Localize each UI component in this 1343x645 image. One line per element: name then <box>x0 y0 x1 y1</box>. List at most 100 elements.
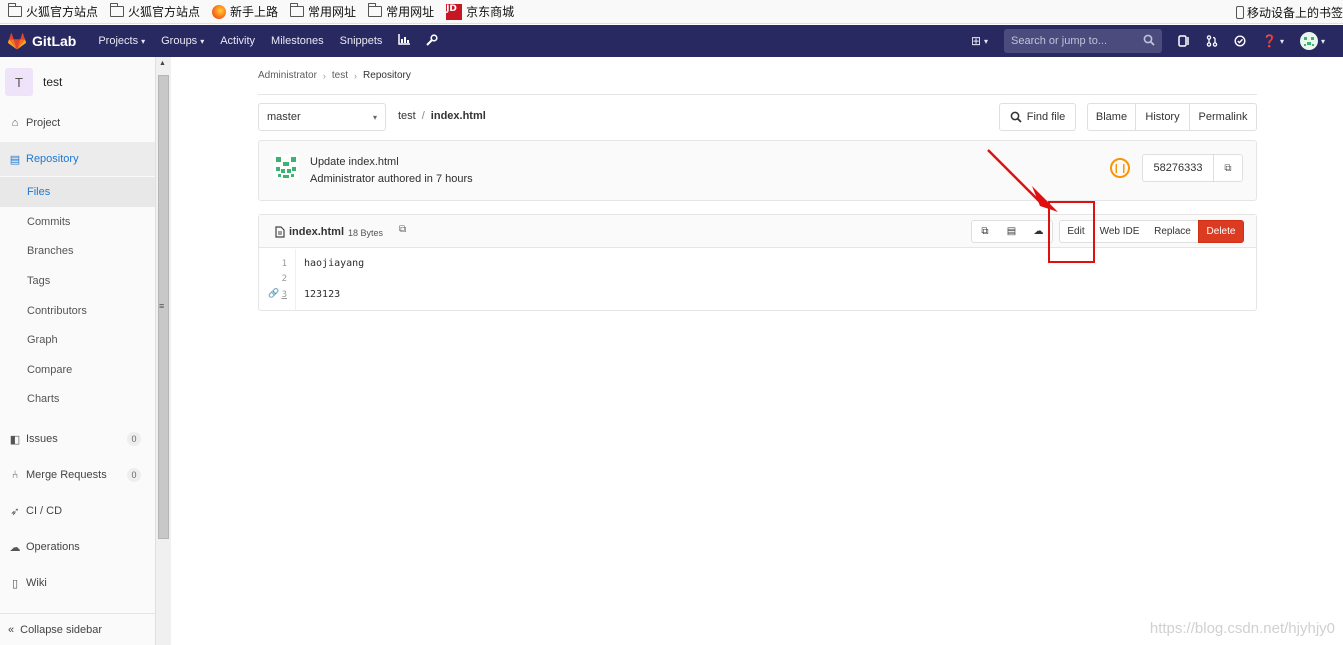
scroll-up-icon[interactable]: ▲ <box>159 60 166 67</box>
cloud-gear-icon: ☁ <box>9 541 21 554</box>
gitlab-logo[interactable]: GitLab <box>8 32 76 50</box>
open-raw-button[interactable]: ▤ <box>998 220 1026 243</box>
folder-icon <box>289 3 305 17</box>
tanuki-icon <box>8 32 26 49</box>
sidebar-subitem-compare[interactable]: Compare <box>0 355 155 385</box>
permalink-button[interactable]: Permalink <box>1189 103 1257 131</box>
sidebar-item-cicd[interactable]: ➶ CI / CD <box>0 496 155 526</box>
project-avatar: T <box>5 68 33 96</box>
sidebar-subitem-files[interactable]: Files <box>0 177 155 207</box>
top-navbar: GitLab Projects ▾ Groups ▾ Activity Milest… <box>0 25 1343 57</box>
copy-path-icon[interactable]: ⧉ <box>399 224 406 235</box>
bookmark-1[interactable]: 火狐官方站点 <box>7 3 98 20</box>
commit-sha[interactable]: 58276333 <box>1142 154 1214 182</box>
line-number[interactable]: 1 <box>282 259 287 269</box>
nav-activity[interactable]: Activity <box>220 35 255 47</box>
sidebar-subitem-contributors[interactable]: Contributors <box>0 296 155 326</box>
sidebar-subitem-commits[interactable]: Commits <box>0 207 155 237</box>
bookmark-3[interactable]: 新手上路 <box>212 3 278 20</box>
sidebar-subitem-tags[interactable]: Tags <box>0 266 155 296</box>
web-ide-button[interactable]: Web IDE <box>1092 220 1148 243</box>
sidebar-item-label: Issues <box>26 433 58 445</box>
file-code-icon: ▤ <box>1006 226 1017 237</box>
sidebar-item-label: CI / CD <box>26 505 63 517</box>
navbar-right: ⊞ ▾ Search or jump to... ❓ ▾ ▾ <box>963 25 1343 57</box>
user-avatar <box>1299 32 1318 50</box>
file-size: 18 Bytes <box>348 228 384 238</box>
wrench-icon[interactable] <box>426 33 439 49</box>
folder-icon <box>367 3 383 17</box>
mobile-bookmarks[interactable]: 移动设备上的书签 <box>1235 0 1343 24</box>
merge-request-icon[interactable] <box>1206 35 1218 47</box>
sidebar-project-header[interactable]: T test <box>0 57 155 107</box>
home-icon: ⌂ <box>11 117 19 129</box>
line-number[interactable]: 3 <box>282 290 287 300</box>
search-placeholder: Search or jump to... <box>1011 35 1108 47</box>
breadcrumb-item[interactable]: Repository <box>363 70 411 81</box>
file-viewer: index.html 18 Bytes ⧉ ⧉ ▤ ☁ Edit Web IDE… <box>258 214 1257 311</box>
chevron-down-icon: ▾ <box>372 112 377 122</box>
mr-count-badge: 0 <box>127 468 141 482</box>
line-number[interactable]: 2 <box>282 274 287 284</box>
new-item-menu[interactable]: ⊞ ▾ <box>971 34 988 48</box>
bookmark-2[interactable]: 火狐官方站点 <box>109 3 200 20</box>
nav-snippets[interactable]: Snippets <box>340 35 383 47</box>
sidebar-item-project[interactable]: ⌂ Project <box>0 108 155 138</box>
sidebar-item-operations[interactable]: ☁ Operations <box>0 532 155 562</box>
commit-author-avatar[interactable] <box>273 154 299 180</box>
copy-icon: ⧉ <box>1224 162 1232 174</box>
sidebar-subitem-graph[interactable]: Graph <box>0 325 155 355</box>
search-input[interactable]: Search or jump to... <box>1004 29 1163 53</box>
sidebar-item-label: Repository <box>26 153 79 165</box>
bookmarks-bar: 火狐官方站点 火狐官方站点 新手上路 常用网址 常用网址 JD 京东商城 移动设备… <box>0 0 1343 24</box>
replace-button[interactable]: Replace <box>1147 220 1199 243</box>
link-icon: 🔗 <box>268 289 280 299</box>
rocket-icon: ➶ <box>10 505 20 518</box>
breadcrumb-item[interactable]: test <box>332 70 348 81</box>
plus-square-icon: ⊞ <box>970 34 981 48</box>
sidebar-item-issues[interactable]: ◧ Issues 0 <box>0 424 155 454</box>
help-menu[interactable]: ❓ ▾ <box>1262 34 1284 48</box>
nav-milestones[interactable]: Milestones <box>271 35 324 47</box>
commit-title[interactable]: Update index.html <box>310 156 399 168</box>
bookmark-label: 新手上路 <box>230 5 279 19</box>
code-line: 123123 <box>304 289 341 300</box>
nav-projects[interactable]: Projects ▾ <box>98 35 145 47</box>
copy-sha-button[interactable]: ⧉ <box>1214 154 1243 182</box>
issues-icon: ◧ <box>9 433 21 446</box>
commit-meta: Administrator authored in 7 hours <box>310 173 473 185</box>
collapse-sidebar-button[interactable]: « Collapse sidebar <box>0 613 155 645</box>
todo-icon[interactable] <box>1234 35 1246 47</box>
chart-icon[interactable] <box>398 34 411 48</box>
nav-groups[interactable]: Groups ▾ <box>161 35 204 47</box>
sidebar-item-wiki[interactable]: ▯ Wiki <box>0 568 155 598</box>
breadcrumb-item[interactable]: Administrator <box>258 70 317 81</box>
chevron-right-icon: › <box>354 70 358 81</box>
sidebar-scrollbar[interactable]: ▲ ≡ <box>155 57 171 645</box>
mobile-bookmarks-label: 移动设备上的书签 <box>1246 5 1343 20</box>
user-menu[interactable]: ▾ <box>1299 32 1325 50</box>
merge-request-icon: ⑃ <box>11 469 19 481</box>
delete-button[interactable]: Delete <box>1198 220 1244 243</box>
sidebar-item-merge-requests[interactable]: ⑃ Merge Requests 0 <box>0 460 155 490</box>
copy-source-button[interactable]: ⧉ <box>971 220 999 243</box>
find-file-button[interactable]: Find file <box>999 103 1076 131</box>
sidebar-subitem-charts[interactable]: Charts <box>0 384 155 414</box>
pipeline-paused-icon[interactable]: ❙❙ <box>1110 158 1130 178</box>
history-button[interactable]: History <box>1135 103 1190 131</box>
watermark: https://blog.csdn.net/hjyhjy0 <box>1149 620 1335 637</box>
bookmark-6[interactable]: JD 京东商城 <box>446 3 514 20</box>
bookmark-4[interactable]: 常用网址 <box>289 3 356 20</box>
branch-select[interactable]: master ▾ <box>258 103 386 131</box>
path-project-link[interactable]: test <box>398 110 416 122</box>
grip-icon: ≡ <box>159 301 165 311</box>
path-file[interactable]: index.html <box>431 110 486 122</box>
collapse-sidebar-label: Collapse sidebar <box>20 623 103 636</box>
sidebar-item-label: Operations <box>26 541 80 553</box>
phone-icon <box>1235 5 1244 19</box>
blame-button[interactable]: Blame <box>1087 103 1136 131</box>
sidebar-subitem-branches[interactable]: Branches <box>0 236 155 266</box>
sidebar-item-repository[interactable]: ▤ Repository <box>0 142 155 176</box>
issues-icon[interactable] <box>1178 35 1190 47</box>
bookmark-5[interactable]: 常用网址 <box>367 3 434 20</box>
